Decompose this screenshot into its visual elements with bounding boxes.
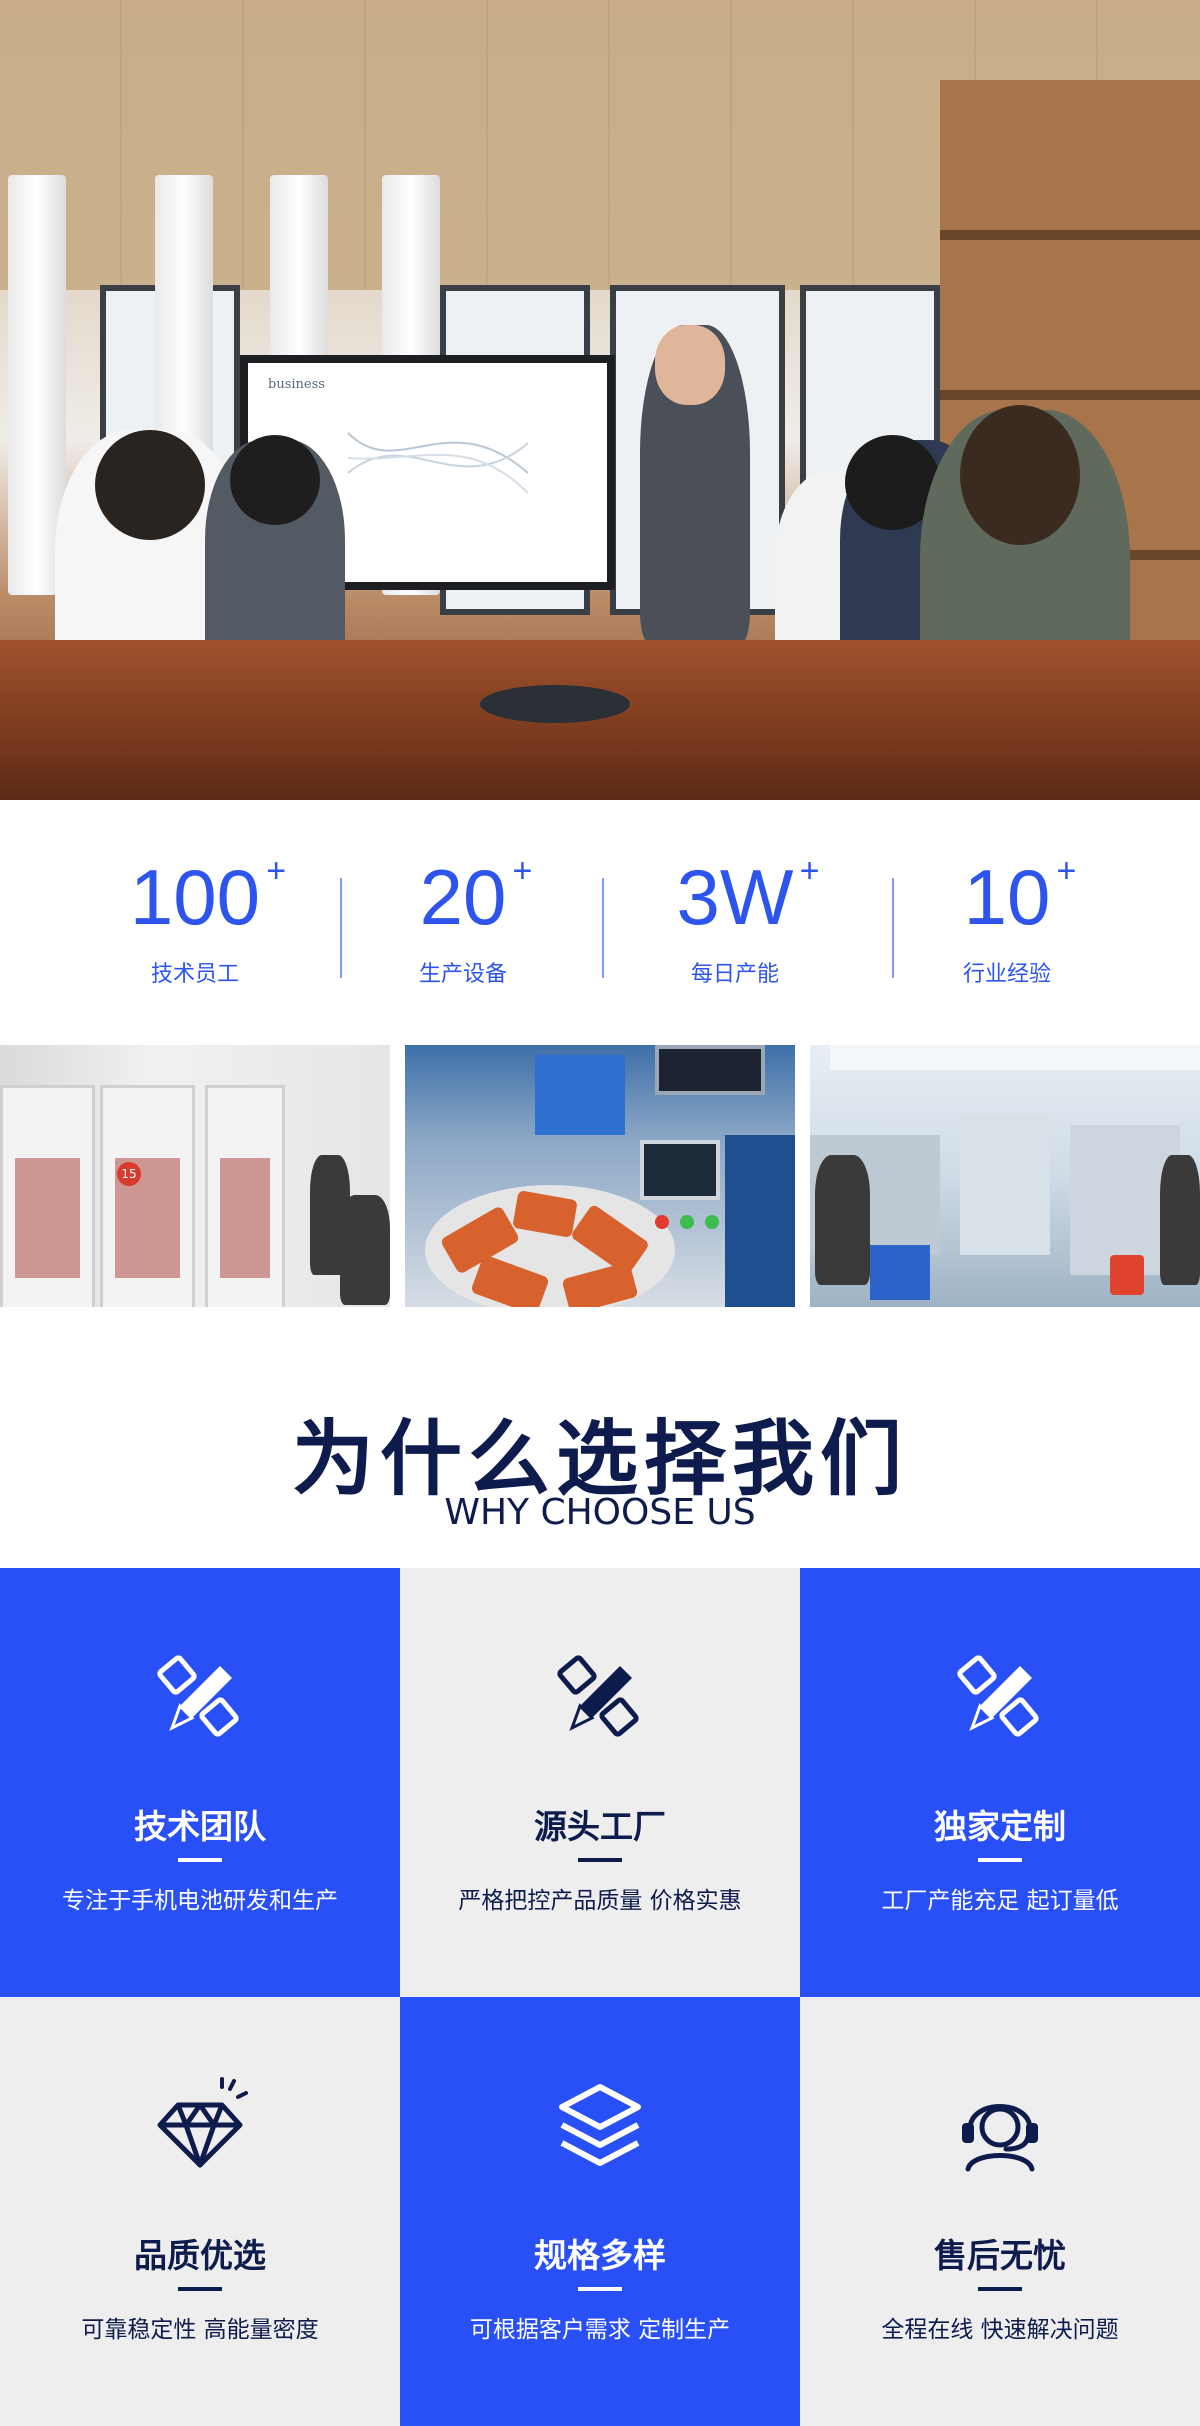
cabinet-number-badge: 15 xyxy=(117,1162,141,1186)
pencil-ruler-icon xyxy=(157,1655,239,1737)
ceiling-lights xyxy=(830,1045,1200,1070)
stat-divider xyxy=(340,878,342,978)
feature-card-tech-team: 技术团队 专注于手机电池研发和生产 xyxy=(0,1568,400,1997)
feature-desc: 可根据客户需求 定制生产 xyxy=(469,2317,731,2343)
title-underline xyxy=(978,2287,1022,2291)
title-underline xyxy=(978,1858,1022,1862)
hero-meeting-photo: business xyxy=(0,0,1200,800)
why-choose-us-header: 为什么选择我们 WHY CHOOSE US xyxy=(0,1310,1200,1568)
factory-photo-machine xyxy=(405,1045,795,1307)
stat-number: 3W + xyxy=(676,852,820,941)
headset-icon xyxy=(962,2104,1038,2172)
layers-icon xyxy=(559,2084,641,2166)
monitor xyxy=(655,1045,765,1095)
pencil-ruler-icon xyxy=(957,1655,1039,1737)
feature-card-after-sales: 售后无忧 全程在线 快速解决问题 xyxy=(800,1997,1200,2426)
plus-sign: + xyxy=(799,852,820,890)
worker xyxy=(340,1195,390,1305)
title-underline xyxy=(578,2287,622,2291)
stat-number: 100 + xyxy=(129,852,287,941)
plus-sign: + xyxy=(266,852,287,890)
stat-number: 20 + xyxy=(419,852,533,941)
test-cabinet xyxy=(0,1085,95,1307)
green-button xyxy=(705,1215,719,1229)
factory-photo-aging-cabinets: 15 xyxy=(0,1045,390,1307)
plus-sign: + xyxy=(512,852,533,890)
section-subtitle: WHY CHOOSE US xyxy=(444,1492,756,1533)
presenter-head xyxy=(655,325,725,405)
stat-divider xyxy=(602,878,604,978)
feature-desc: 严格把控产品质量 价格实惠 xyxy=(458,1888,742,1914)
title-underline xyxy=(178,1858,222,1862)
diamond-icon xyxy=(157,2077,248,2168)
stat-number: 10 + xyxy=(963,852,1077,941)
stat-label: 每日产能 xyxy=(690,962,779,987)
test-cabinet xyxy=(205,1085,285,1307)
feature-desc: 全程在线 快速解决问题 xyxy=(881,2317,1119,2343)
pencil-ruler-icon xyxy=(557,1655,639,1737)
conference-table xyxy=(0,640,1200,800)
test-cabinet: 15 xyxy=(100,1085,195,1307)
stat-label: 生产设备 xyxy=(418,962,507,987)
stat-label: 行业经验 xyxy=(962,962,1051,987)
attendee-head xyxy=(230,435,320,525)
title-underline xyxy=(578,1858,622,1862)
conference-phone xyxy=(480,685,630,723)
stat-daily-capacity: 3W + 每日产能 xyxy=(620,852,850,988)
feature-title: 独家定制 xyxy=(934,1807,1066,1846)
feature-title: 源头工厂 xyxy=(534,1807,666,1846)
stat-equipment: 20 + 生产设备 xyxy=(348,852,578,988)
workbench xyxy=(960,1115,1050,1255)
worker xyxy=(815,1155,870,1285)
factory-photo-production-line xyxy=(810,1045,1200,1307)
red-button xyxy=(655,1215,669,1229)
feature-card-variety: 规格多样 可根据客户需求 定制生产 xyxy=(400,1997,800,2426)
feature-desc: 可靠稳定性 高能量密度 xyxy=(81,2317,319,2343)
stats-section: 100 + 技术员工 20 + 生产设备 3W + 每日产能 10 + 行业经验 xyxy=(0,800,1200,1040)
machine-cabinet xyxy=(725,1135,795,1307)
attendee-head xyxy=(960,405,1080,545)
feature-title: 售后无忧 xyxy=(934,2236,1066,2275)
worker xyxy=(1160,1155,1200,1285)
attendee-head xyxy=(95,430,205,540)
product-page: business 100 + 技术员工 20 + 生产设备 3W + 每日产能 … xyxy=(0,0,1200,2426)
parts-bin xyxy=(870,1245,930,1300)
stat-employees: 100 + 技术员工 xyxy=(80,852,310,988)
control-panel xyxy=(640,1140,720,1200)
feature-title: 规格多样 xyxy=(534,2236,666,2275)
feature-card-source-factory: 源头工厂 严格把控产品质量 价格实惠 xyxy=(400,1568,800,1997)
plus-sign: + xyxy=(1056,852,1077,890)
feature-card-quality: 品质优选 可靠稳定性 高能量密度 xyxy=(0,1997,400,2426)
green-button xyxy=(680,1215,694,1229)
feature-desc: 工厂产能充足 起订量低 xyxy=(881,1888,1119,1914)
feature-title: 技术团队 xyxy=(134,1807,266,1846)
feature-title: 品质优选 xyxy=(134,2236,266,2275)
features-grid: 技术团队 专注于手机电池研发和生产 源头工厂 严格把控产品质量 价格实惠 独家定… xyxy=(0,1568,1200,2426)
title-underline xyxy=(178,2287,222,2291)
stat-experience: 10 + 行业经验 xyxy=(892,852,1122,988)
red-basket xyxy=(1110,1255,1144,1295)
feature-desc: 专注于手机电池研发和生产 xyxy=(62,1888,338,1914)
feature-card-customization: 独家定制 工厂产能充足 起订量低 xyxy=(800,1568,1200,1997)
stat-label: 技术员工 xyxy=(150,962,239,987)
machine-head xyxy=(535,1055,625,1135)
factory-photos: 15 xyxy=(0,1045,1200,1310)
